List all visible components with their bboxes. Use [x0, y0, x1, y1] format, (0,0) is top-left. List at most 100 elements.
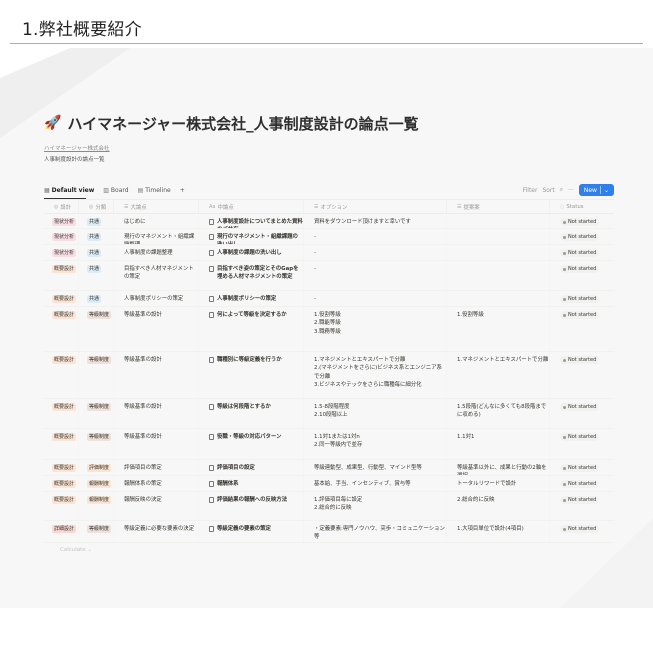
cell-options[interactable]: 1.役割等級 2.職能等級 3.職務等級 [304, 307, 447, 351]
cell-middle[interactable]: 人事制度設計についてまとめた資料のご共有 [199, 214, 304, 228]
table-row[interactable]: 概要設計 等級制度 等級基準の設計 等級は何段階とするか 1.5-8段階程度 2.10段… [44, 399, 614, 429]
cell-proposal[interactable]: 1.1対1 [447, 429, 550, 459]
cell-category[interactable]: 報酬制度 [79, 492, 114, 520]
cell-major[interactable]: 評価項目の策定 [114, 460, 199, 475]
table-row[interactable]: 詳細設計 等級制度 等級定義に必要な要素の決定 等級定義の要素の策定 ・定義要素:専門ノ… [44, 521, 614, 543]
cell-options[interactable]: 基本給、手当、インセンティブ、賞与等 [304, 476, 447, 491]
page-link[interactable]: 職種別に等級定義を行うか [209, 356, 303, 364]
page-link[interactable]: 人事制度ポリシーの策定 [209, 295, 303, 303]
cell-status[interactable]: Not started [550, 214, 614, 228]
page-link[interactable]: 等級は何段階とするか [209, 403, 303, 411]
tab-board[interactable]: ▥ Board [103, 187, 128, 194]
chevron-down-icon[interactable]: ⌄ [604, 187, 609, 194]
cell-status[interactable]: Not started [550, 245, 614, 260]
table-row[interactable]: 概要設計 評価制度 評価項目の策定 評価項目の設定 等級連動型、成果型、行動型、マインド… [44, 460, 614, 476]
cell-category[interactable]: 共通 [79, 214, 114, 228]
cell-category[interactable]: 等級制度 [79, 307, 114, 351]
cell-options[interactable]: - [304, 261, 447, 290]
cell-status[interactable]: Not started [550, 291, 614, 306]
cell-middle[interactable]: 評価結果の報酬への反映方法 [199, 492, 304, 520]
cell-middle[interactable]: 職種別に等級定義を行うか [199, 352, 304, 398]
table-row[interactable]: 概要設計 等級制度 等級基準の設計 役職・等級の対応パターン 1.1対1または1対n 2… [44, 429, 614, 460]
cell-major[interactable]: 等級基準の設計 [114, 429, 199, 459]
cell-middle[interactable]: 等級定義の要素の策定 [199, 521, 304, 542]
cell-middle[interactable]: 目指すべき姿の策定とそのGapを埋める人材マネジメントの策定 [199, 261, 304, 290]
page-link[interactable]: 評価項目の設定 [209, 464, 303, 472]
page-link[interactable]: 人事制度の課題の洗い出し [209, 249, 303, 257]
search-icon[interactable]: ⌕ [560, 186, 563, 194]
tab-default-view[interactable]: ▦ Default view [44, 187, 94, 194]
cell-status[interactable]: Not started [550, 460, 614, 475]
cell-category[interactable]: 共通 [79, 229, 114, 244]
table-row[interactable]: 概要設計 等級制度 等級基準の設計 何によって等級を決定するか 1.役割等級 2.職能等… [44, 307, 614, 352]
cell-status[interactable]: Not started [550, 399, 614, 428]
cell-category[interactable]: 等級制度 [79, 399, 114, 428]
cell-major[interactable]: 報酬体系の策定 [114, 476, 199, 491]
cell-proposal[interactable]: 2.総合的に反映 [447, 492, 550, 520]
cell-major[interactable]: 等級基準の設計 [114, 399, 199, 428]
page-link[interactable]: 人事制度設計についてまとめた資料のご共有 [209, 218, 303, 228]
calculate-button[interactable]: Calculate ⌄ [44, 547, 614, 553]
cell-proposal[interactable]: 1.5段階(どんなに多くても8段階までに収める) [447, 399, 550, 428]
cell-middle[interactable]: 報酬体系 [199, 476, 304, 491]
cell-status[interactable]: Not started [550, 352, 614, 398]
filter-button[interactable]: Filter [523, 187, 538, 194]
cell-middle[interactable]: 人事制度ポリシーの策定 [199, 291, 304, 306]
cell-options[interactable]: 1.5-8段階程度 2.10段階以上 [304, 399, 447, 428]
page-link[interactable]: 現行のマネジメント・組織課題の洗い出し [209, 233, 303, 244]
cell-status[interactable]: Not started [550, 492, 614, 520]
cell-design[interactable]: 概要設計 [44, 261, 79, 290]
cell-major[interactable]: 等級定義に必要な要素の決定 [114, 521, 199, 542]
cell-category[interactable]: 等級制度 [79, 352, 114, 398]
table-row[interactable]: 現状分析 共通 はじめに 人事制度設計についてまとめた資料のご共有資料をダウンロード頂… [44, 214, 614, 229]
cell-category[interactable]: 等級制度 [79, 429, 114, 459]
cell-status[interactable]: Not started [550, 261, 614, 290]
sort-button[interactable]: Sort [542, 187, 554, 194]
cell-design[interactable]: 概要設計 [44, 307, 79, 351]
cell-design[interactable]: 概要設計 [44, 492, 79, 520]
page-link[interactable]: 等級定義の要素の策定 [209, 525, 303, 533]
cell-proposal[interactable]: 1.役割等級 [447, 307, 550, 351]
page-link[interactable]: 何によって等級を決定するか [209, 311, 303, 319]
cell-proposal[interactable]: 1.大項目単位で設計(4項目) [447, 521, 550, 542]
column-header-middle[interactable]: Aa 中論点 [199, 200, 304, 213]
cell-design[interactable]: 現状分析 [44, 245, 79, 260]
cell-major[interactable]: 目指すべき人材マネジメントの策定 [114, 261, 199, 290]
cell-design[interactable]: 現状分析 [44, 214, 79, 228]
cell-proposal[interactable] [447, 261, 550, 290]
cell-options[interactable]: ・定義要素:専門ノウハウ、突歩・コミュニケーション等 [304, 521, 447, 542]
cell-proposal[interactable]: トータルリワードで設計 [447, 476, 550, 491]
cell-design[interactable]: 現状分析 [44, 229, 79, 244]
cell-status[interactable]: Not started [550, 307, 614, 351]
table-row[interactable]: 現状分析 共通 現行のマネジメント・組織課題整理 現行のマネジメント・組織課題の洗い出… [44, 229, 614, 245]
cell-options[interactable]: 等級連動型、成果型、行動型、マインド型等 [304, 460, 447, 475]
table-row[interactable]: 概要設計 報酬制度 報酬反映の決定 評価結果の報酬への反映方法 1.評価項目毎に設定 2… [44, 492, 614, 521]
column-header-major[interactable]: ☰ 大論点 [114, 200, 199, 213]
cell-category[interactable]: 共通 [79, 291, 114, 306]
table-row[interactable]: 概要設計 共通 人事制度ポリシーの策定 人事制度ポリシーの策定 - Not started [44, 291, 614, 307]
cell-major[interactable]: 等級基準の設計 [114, 307, 199, 351]
cell-options[interactable]: 1.1対1または1対n 2.同一等級内で並存 [304, 429, 447, 459]
breadcrumb-link[interactable]: ハイマネージャー株式会社 [44, 144, 614, 152]
cell-middle[interactable]: 等級は何段階とするか [199, 399, 304, 428]
cell-proposal[interactable] [447, 291, 550, 306]
cell-options[interactable]: - [304, 229, 447, 244]
page-link[interactable]: 報酬体系 [209, 480, 303, 488]
cell-major[interactable]: 等級基準の設計 [114, 352, 199, 398]
cell-proposal[interactable]: 1.マネジメントとエキスパートで分離 [447, 352, 550, 398]
table-row[interactable]: 概要設計 共通 目指すべき人材マネジメントの策定 目指すべき姿の策定とそのGapを埋め… [44, 261, 614, 291]
tab-timeline[interactable]: ▤ Timeline [138, 187, 171, 194]
cell-design[interactable]: 概要設計 [44, 352, 79, 398]
cell-status[interactable]: Not started [550, 229, 614, 244]
cell-design[interactable]: 概要設計 [44, 460, 79, 475]
more-icon[interactable]: ··· [568, 187, 574, 194]
cell-major[interactable]: 報酬反映の決定 [114, 492, 199, 520]
cell-options[interactable]: 資料をダウンロード頂けますと幸いです [304, 214, 447, 228]
cell-options[interactable]: 1.マネジメントとエキスパートで分離 2.(マネジメントをさらに)ビジネス系とエ… [304, 352, 447, 398]
add-view-button[interactable]: + [180, 187, 185, 194]
cell-status[interactable]: Not started [550, 429, 614, 459]
cell-middle[interactable]: 人事制度の課題の洗い出し [199, 245, 304, 260]
cell-category[interactable]: 評価制度 [79, 460, 114, 475]
cell-middle[interactable]: 評価項目の設定 [199, 460, 304, 475]
page-link[interactable]: 役職・等級の対応パターン [209, 433, 303, 441]
